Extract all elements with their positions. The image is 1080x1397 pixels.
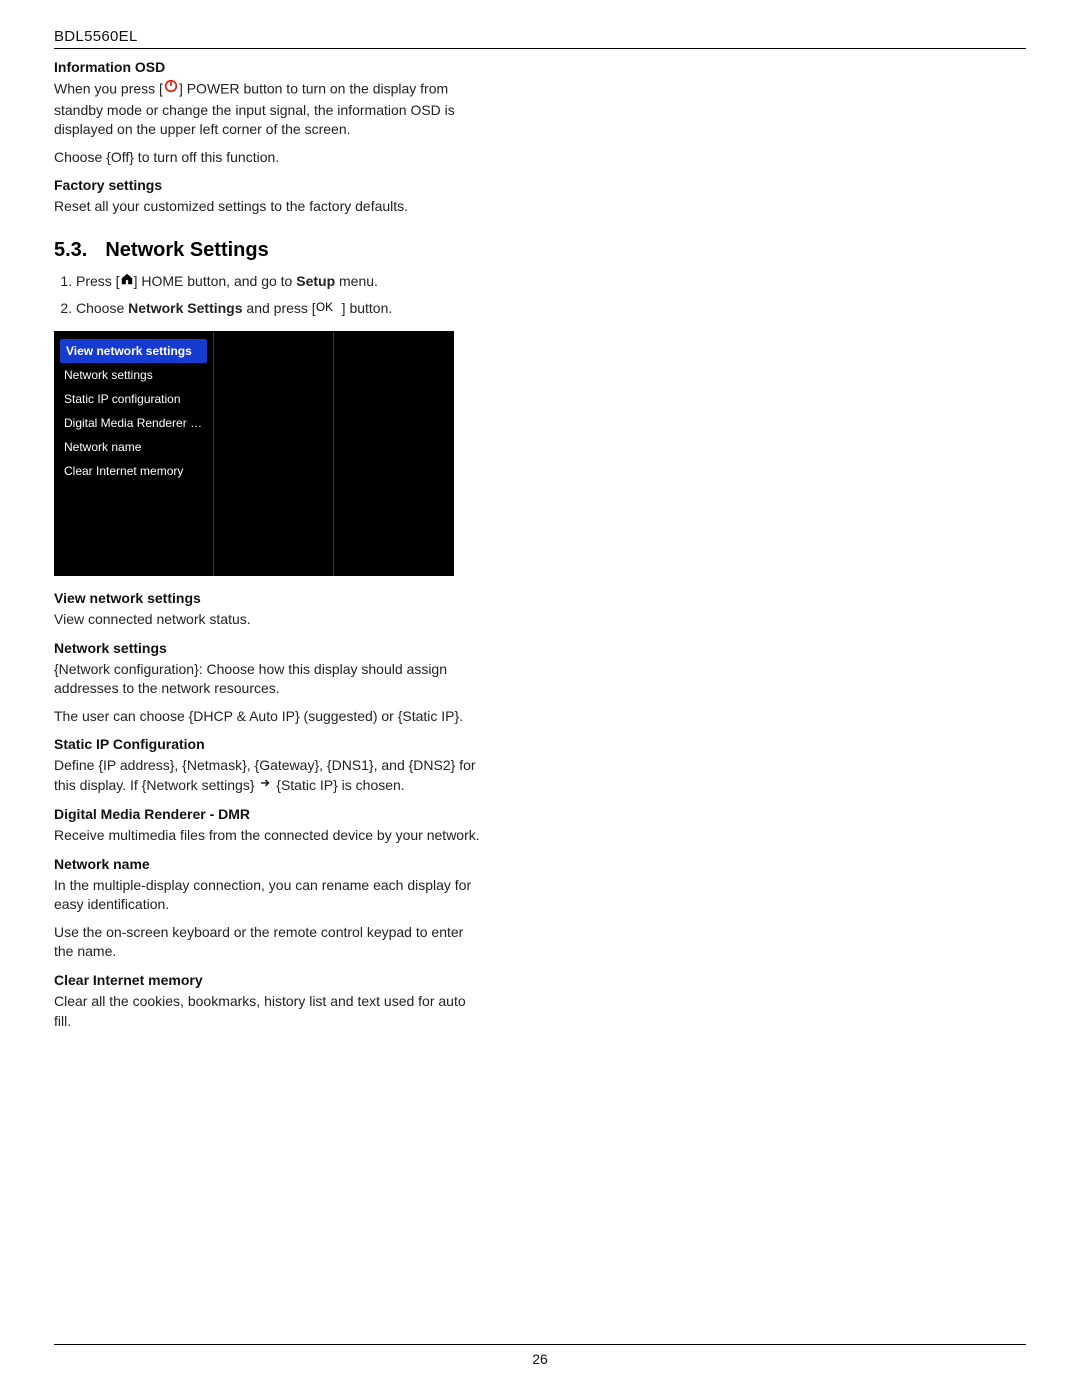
osd-item-static-ip: Static IP configuration xyxy=(54,387,213,411)
home-icon xyxy=(120,270,134,292)
page-number: 26 xyxy=(532,1351,548,1367)
clear-memory-heading: Clear Internet memory xyxy=(54,972,484,988)
view-network-paragraph: View connected network status. xyxy=(54,610,484,630)
clear-memory-paragraph: Clear all the cookies, bookmarks, histor… xyxy=(54,992,484,1031)
factory-settings-paragraph: Reset all your customized settings to th… xyxy=(54,197,484,217)
osd-item-dmr: Digital Media Renderer - D... xyxy=(54,411,213,435)
osd-middle-column xyxy=(214,331,334,576)
info-osd-heading: Information OSD xyxy=(54,59,484,75)
info-osd-paragraph-2: Choose {Off} to turn off this function. xyxy=(54,148,484,168)
static-ip-paragraph: Define {IP address}, {Netmask}, {Gateway… xyxy=(54,756,484,796)
svg-text:OK: OK xyxy=(316,300,333,313)
content-column: Information OSD When you press [] POWER … xyxy=(54,59,484,1031)
section-number: 5.3. xyxy=(54,239,87,262)
osd-right-column xyxy=(334,331,454,576)
network-name-paragraph-1: In the multiple-display connection, you … xyxy=(54,876,484,915)
static-ip-heading: Static IP Configuration xyxy=(54,736,484,752)
info-osd-paragraph-1: When you press [] POWER button to turn o… xyxy=(54,79,484,140)
step-list: Press [] HOME button, and go to Setup me… xyxy=(54,270,484,321)
osd-item-network-name: Network name xyxy=(54,435,213,459)
osd-menu-column: View network settings Network settings S… xyxy=(54,331,214,576)
factory-settings-heading: Factory settings xyxy=(54,177,484,193)
dmr-paragraph: Receive multimedia files from the connec… xyxy=(54,826,484,846)
page-footer: 26 xyxy=(0,1344,1080,1367)
view-network-heading: View network settings xyxy=(54,590,484,606)
osd-item-clear-memory: Clear Internet memory xyxy=(54,459,213,483)
page-header: BDL5560EL xyxy=(54,28,1026,49)
network-settings-heading: Network settings xyxy=(54,640,484,656)
model-number: BDL5560EL xyxy=(54,28,138,45)
osd-item-network-settings: Network settings xyxy=(54,363,213,387)
network-settings-paragraph-1: {Network configuration}: Choose how this… xyxy=(54,660,484,699)
ok-icon: OK xyxy=(316,298,342,320)
arrow-right-icon xyxy=(258,775,272,795)
footer-rule xyxy=(54,1344,1026,1345)
document-page: BDL5560EL Information OSD When you press… xyxy=(0,0,1080,1397)
network-name-heading: Network name xyxy=(54,856,484,872)
network-name-paragraph-2: Use the on-screen keyboard or the remote… xyxy=(54,923,484,962)
section-heading: 5.3. Network Settings xyxy=(54,239,484,262)
network-settings-paragraph-2: The user can choose {DHCP & Auto IP} (su… xyxy=(54,707,484,727)
section-title: Network Settings xyxy=(105,239,268,261)
osd-screenshot: View network settings Network settings S… xyxy=(54,331,454,576)
dmr-heading: Digital Media Renderer - DMR xyxy=(54,806,484,822)
osd-item-view-network-settings: View network settings xyxy=(60,339,207,363)
power-icon xyxy=(163,78,179,100)
step-1: Press [] HOME button, and go to Setup me… xyxy=(76,270,484,293)
step-2: Choose Network Settings and press [OK] b… xyxy=(76,297,484,320)
